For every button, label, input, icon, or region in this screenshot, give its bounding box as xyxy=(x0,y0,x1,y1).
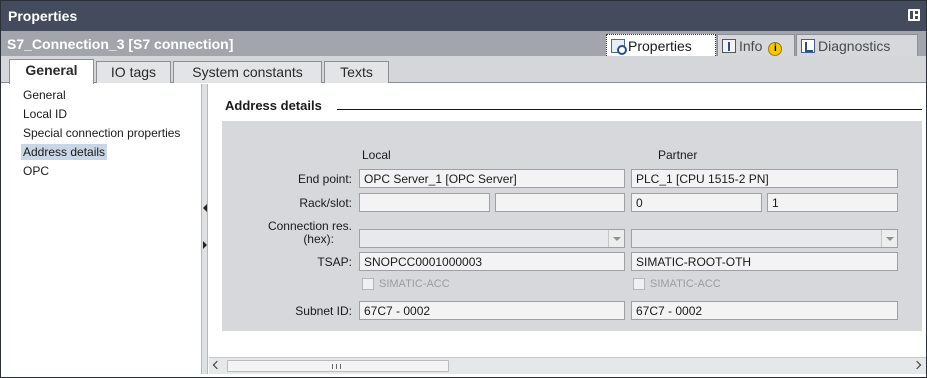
collapse-left-icon[interactable] xyxy=(203,204,207,212)
subnet-id-local-field[interactable]: 67C7 - 0002 xyxy=(359,301,625,320)
tab-texts[interactable]: Texts xyxy=(324,61,389,83)
tab-system-constants[interactable]: System constants xyxy=(173,61,322,83)
window-title: Properties xyxy=(8,8,78,24)
nav-item-special-connection-properties[interactable]: Special connection properties xyxy=(21,125,182,141)
section-divider xyxy=(337,109,922,110)
simatic-acc-partner-label: SIMATIC-ACC xyxy=(650,278,721,290)
scroll-right-icon[interactable] xyxy=(910,358,926,374)
object-header: S7_Connection_3 [S7 connection] Properti… xyxy=(1,31,926,56)
scrollbar-thumb[interactable] xyxy=(227,360,449,372)
connection-res-hex-label: (hex): xyxy=(303,232,334,246)
connection-res-local-dropdown[interactable] xyxy=(359,229,625,248)
rack-local-field[interactable] xyxy=(359,193,490,212)
end-point-label: End point: xyxy=(297,172,352,186)
end-point-partner-field[interactable]: PLC_1 [CPU 1515-2 PN] xyxy=(631,169,898,188)
chevron-down-icon[interactable] xyxy=(608,230,624,247)
slot-partner-field[interactable]: 1 xyxy=(767,193,898,212)
local-column-header: Local xyxy=(362,148,391,162)
nav-item-general[interactable]: General xyxy=(21,87,68,103)
grip-icon xyxy=(332,364,341,369)
subnet-id-partner-field[interactable]: 67C7 - 0002 xyxy=(631,301,898,320)
simatic-acc-partner-checkbox[interactable] xyxy=(633,278,645,290)
properties-window: Properties S7_Connection_3 [S7 connectio… xyxy=(0,0,927,378)
partner-column-header: Partner xyxy=(658,148,698,162)
info-badge-icon: i xyxy=(768,42,783,56)
properties-icon xyxy=(611,39,627,55)
nav-item-address-details[interactable]: Address details xyxy=(21,144,108,160)
content-area: Address details Local Partner End point:… xyxy=(209,84,926,357)
tab-info[interactable]: Info i xyxy=(717,34,795,56)
subnet-id-label: Subnet ID: xyxy=(295,304,352,318)
tsap-label: TSAP: xyxy=(317,255,352,269)
dock-icon[interactable] xyxy=(908,9,920,21)
tab-properties[interactable]: Properties xyxy=(606,34,716,56)
tsap-local-field[interactable]: SNOPCC0001000003 xyxy=(359,252,625,271)
tab-io-tags[interactable]: IO tags xyxy=(96,61,171,83)
nav-splitter[interactable] xyxy=(201,84,208,374)
tab-diagnostics-label: Diagnostics xyxy=(818,38,891,54)
simatic-acc-local-label: SIMATIC-ACC xyxy=(379,278,450,290)
expand-right-icon[interactable] xyxy=(203,241,207,249)
tab-info-label: Info xyxy=(739,38,763,54)
slot-local-field[interactable] xyxy=(495,193,625,212)
property-nav: General Local ID Special connection prop… xyxy=(8,84,201,374)
object-title: S7_Connection_3 [S7 connection] xyxy=(7,36,234,52)
connection-res-partner-dropdown[interactable] xyxy=(631,229,898,248)
tab-diagnostics[interactable]: Diagnostics xyxy=(796,34,918,56)
rack-slot-label: Rack/slot: xyxy=(299,196,352,210)
tab-general[interactable]: General xyxy=(9,59,94,84)
rack-partner-field[interactable]: 0 xyxy=(631,193,762,212)
section-title: Address details xyxy=(225,98,322,113)
nav-item-local-id[interactable]: Local ID xyxy=(21,106,69,122)
end-point-local-field[interactable]: OPC Server_1 [OPC Server] xyxy=(359,169,625,188)
tsap-partner-field[interactable]: SIMATIC-ROOT-OTH xyxy=(631,252,898,271)
tab-bar: General IO tags System constants Texts xyxy=(1,56,926,84)
nav-item-opc[interactable]: OPC xyxy=(21,163,51,179)
connection-res-label: Connection res. xyxy=(267,219,352,233)
window-titlebar: Properties xyxy=(1,1,926,31)
diagnostics-icon xyxy=(801,39,815,53)
address-details-panel: Local Partner End point: OPC Server_1 [O… xyxy=(222,121,922,331)
scroll-left-icon[interactable] xyxy=(209,358,225,374)
simatic-acc-local-checkbox[interactable] xyxy=(362,278,374,290)
horizontal-scrollbar[interactable] xyxy=(209,357,926,374)
chevron-down-icon[interactable] xyxy=(881,230,897,247)
tab-properties-label: Properties xyxy=(628,38,692,54)
info-icon xyxy=(722,39,736,53)
